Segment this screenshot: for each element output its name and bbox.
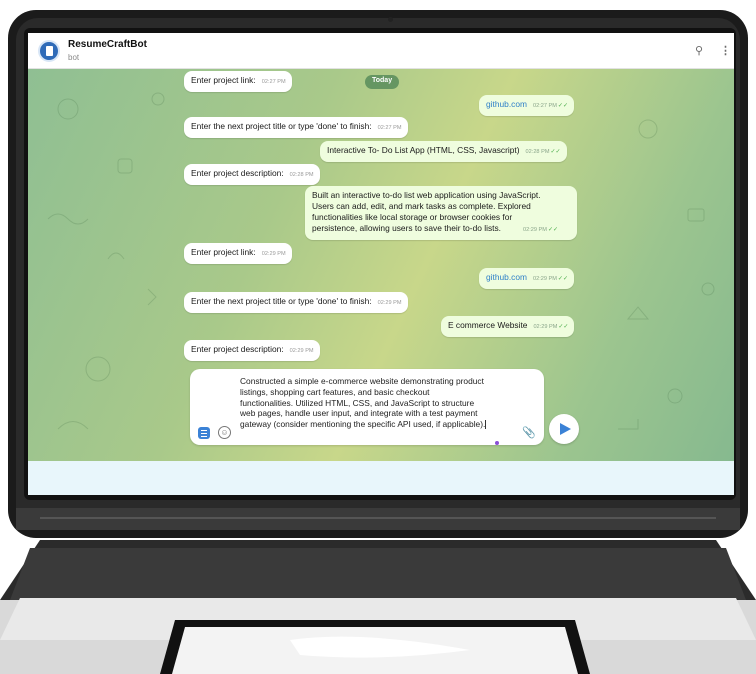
incoming-message: Enter project description: 02:29 PM <box>184 340 320 361</box>
message-line: functionalities like local storage or br… <box>312 212 513 222</box>
message-time: 02:27 PM <box>261 79 286 85</box>
message-time: 02:29 PM <box>532 276 557 282</box>
webcam <box>388 17 393 22</box>
incoming-message: Enter project link: 02:27 PM <box>184 71 292 92</box>
incoming-message: Enter project link: 02:29 PM <box>184 243 292 264</box>
message-text: Enter project link: <box>191 75 256 85</box>
message-input[interactable]: Constructed a simple e-commerce website … <box>240 376 525 430</box>
message-text: E commerce Website <box>448 320 528 330</box>
message-time: 02:29 PM <box>377 300 402 306</box>
app-screen: ResumeCraftBot bot ⚲ ⋮ Today Enter proje… <box>28 33 734 495</box>
incoming-message: Enter the next project title or type 'do… <box>184 117 408 138</box>
document-icon <box>46 46 53 56</box>
message-link[interactable]: github.com <box>486 99 527 109</box>
outgoing-message: Interactive To- Do List App (HTML, CSS, … <box>320 141 567 162</box>
message-text: Enter the next project title or type 'do… <box>191 121 372 131</box>
outgoing-message: github.com 02:29 PM✓✓ <box>479 268 574 289</box>
message-text: Enter the next project title or type 'do… <box>191 296 372 306</box>
outgoing-message: github.com 02:27 PM✓✓ <box>479 95 574 116</box>
screen-bottom-area <box>28 461 734 495</box>
composer-line: gateway (consider mentioning the specifi… <box>240 419 486 430</box>
search-icon[interactable]: ⚲ <box>695 44 703 57</box>
message-time: 02:27 PM <box>377 125 402 131</box>
composer-line: functionalities. Utilized HTML, CSS, and… <box>240 397 475 408</box>
chat-header: ResumeCraftBot bot ⚲ ⋮ <box>28 33 734 69</box>
incoming-message: Enter the next project title or type 'do… <box>184 292 408 313</box>
outgoing-message: Built an interactive to-do list web appl… <box>305 186 577 240</box>
send-icon <box>560 423 571 435</box>
message-time: 02:29 PM <box>533 324 558 330</box>
bot-avatar[interactable] <box>38 40 60 62</box>
composer-line: Constructed a simple e-commerce website … <box>240 376 484 386</box>
text-cursor <box>485 420 487 430</box>
message-time: 02:28 PM <box>289 172 314 178</box>
send-button[interactable] <box>549 414 579 444</box>
bot-status: bot <box>68 53 80 62</box>
grammar-indicator <box>495 441 499 445</box>
paperclip-icon[interactable]: 📎 <box>522 426 536 439</box>
message-line: Users can add, edit, and mark tasks as c… <box>312 201 531 211</box>
composer-line: web pages, handle user input, and integr… <box>240 408 478 419</box>
read-ticks-icon: ✓✓ <box>547 227 559 233</box>
date-divider: Today <box>365 75 400 89</box>
message-text: Enter project description: <box>191 344 284 354</box>
read-ticks-icon: ✓✓ <box>557 276 568 282</box>
kebab-menu-icon[interactable]: ⋮ <box>720 44 731 57</box>
message-time: 02:28 PM <box>525 149 550 155</box>
message-text: Enter project description: <box>191 168 284 178</box>
message-time: 02:29 PM <box>523 227 547 233</box>
read-ticks-icon: ✓✓ <box>550 149 561 155</box>
read-ticks-icon: ✓✓ <box>557 103 568 109</box>
incoming-message: Enter project description: 02:28 PM <box>184 164 320 185</box>
message-line: Built an interactive to-do list web appl… <box>312 190 541 200</box>
composer-line: listings, shopping cart features, and ba… <box>240 386 430 397</box>
message-line: persistence, allowing users to save thei… <box>312 223 501 233</box>
message-composer[interactable]: Constructed a simple e-commerce website … <box>190 369 544 445</box>
message-link[interactable]: github.com <box>486 272 527 282</box>
bot-name[interactable]: ResumeCraftBot <box>68 39 147 50</box>
message-text: Enter project link: <box>191 247 256 257</box>
emoji-icon[interactable]: ☺ <box>218 426 231 439</box>
message-time: 02:27 PM <box>532 103 557 109</box>
outgoing-message: E commerce Website 02:29 PM✓✓ <box>441 316 575 337</box>
read-ticks-icon: ✓✓ <box>558 324 569 330</box>
message-time: 02:29 PM <box>289 348 314 354</box>
message-time: 02:29 PM <box>261 251 286 257</box>
bot-menu-icon[interactable] <box>198 427 210 439</box>
message-text: Interactive To- Do List App (HTML, CSS, … <box>327 145 520 155</box>
